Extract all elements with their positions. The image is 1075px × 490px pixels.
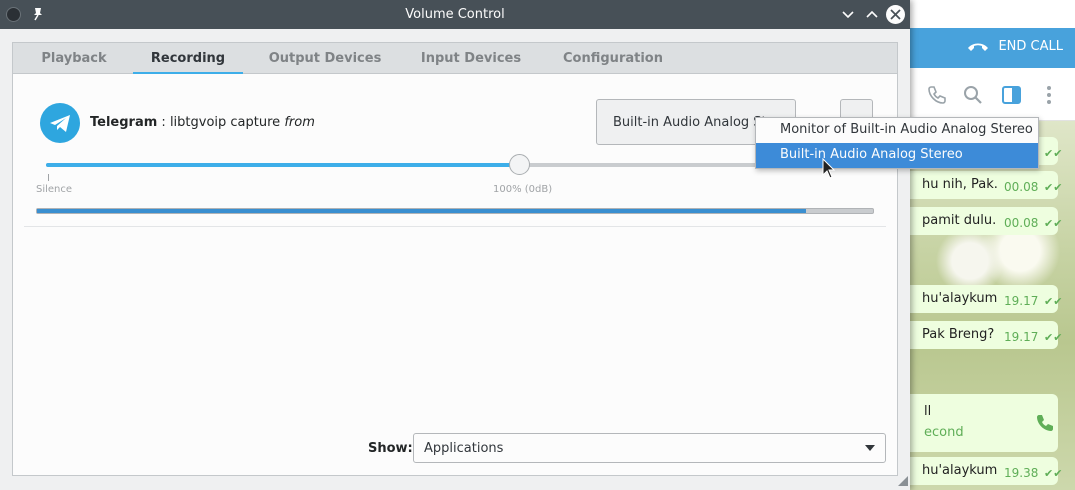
- double-check-icon: ✔✔: [1044, 295, 1063, 308]
- message-bubble: Pak Breng? 19.17 ✔✔: [894, 321, 1062, 349]
- message-time: 00.08: [1004, 180, 1039, 194]
- tab-input-devices[interactable]: Input Devices: [411, 43, 531, 74]
- show-filter-value: Applications: [424, 441, 504, 456]
- call-subtitle: econd: [924, 425, 964, 440]
- tab-playback[interactable]: Playback: [31, 43, 117, 74]
- volume-slider-track[interactable]: [46, 163, 876, 167]
- dropdown-option-monitor[interactable]: Monitor of Built-in Audio Analog Stereo: [756, 118, 1038, 143]
- telegram-app-icon: [40, 103, 80, 143]
- stream-app-name: Telegram: [90, 115, 158, 130]
- show-label: Show:: [368, 441, 413, 456]
- message-text: pamit dulu.: [922, 213, 997, 228]
- dropdown-option-label: Built-in Audio Analog Stereo: [780, 147, 963, 162]
- resize-grip-icon[interactable]: [898, 476, 908, 486]
- message-bubble: hu nih, Pak. 00.08 ✔✔: [894, 171, 1062, 199]
- dropdown-option-builtin[interactable]: Built-in Audio Analog Stereo: [756, 143, 1038, 168]
- tab-configuration[interactable]: Configuration: [555, 43, 671, 74]
- close-button[interactable]: [886, 5, 905, 24]
- volume-slider-fill: [46, 163, 520, 167]
- message-text: hu nih, Pak.: [922, 177, 998, 192]
- sidebar-toggle-icon[interactable]: [1001, 84, 1023, 106]
- search-icon[interactable]: [962, 84, 984, 106]
- message-text: Pak Breng?: [922, 327, 995, 342]
- message-text: hu'alaykum: [922, 463, 998, 478]
- call-bubble[interactable]: ll econd: [894, 394, 1058, 452]
- stream-description: libtgvoip capture: [169, 115, 281, 130]
- maximize-icon[interactable]: [864, 6, 880, 22]
- double-check-icon: ✔✔: [1044, 147, 1063, 160]
- tab-output-devices[interactable]: Output Devices: [263, 43, 387, 74]
- dropdown-option-label: Monitor of Built-in Audio Analog Stereo: [780, 122, 1033, 137]
- window-title: Volume Control: [405, 7, 505, 22]
- message-text: hu'alaykum: [922, 291, 998, 306]
- peak-level-fill: [37, 209, 807, 213]
- message-time: 19.38: [1004, 466, 1039, 480]
- message-time: 19.17: [1004, 330, 1039, 344]
- chevron-down-icon: [865, 445, 875, 451]
- show-filter-select[interactable]: Applications: [413, 433, 886, 463]
- silence-tick: [48, 174, 49, 181]
- message-time: 00.08: [1004, 216, 1039, 230]
- double-check-icon: ✔✔: [1044, 181, 1063, 194]
- device-dropdown-menu: Monitor of Built-in Audio Analog Stereo …: [755, 117, 1039, 169]
- end-call-label: END CALL: [998, 39, 1063, 54]
- hundred-percent-label: 100% (0dB): [493, 184, 553, 195]
- phone-icon[interactable]: [926, 84, 948, 106]
- double-check-icon: ✔✔: [1044, 467, 1063, 480]
- peak-level-meter: [36, 208, 874, 214]
- call-phone-icon[interactable]: [1034, 412, 1056, 434]
- silence-label: Silence: [36, 184, 73, 195]
- hangup-phone-icon: [968, 43, 989, 51]
- stream-separator-line: [24, 226, 886, 227]
- minimize-icon[interactable]: [840, 6, 856, 22]
- end-call-button[interactable]: END CALL: [966, 39, 1063, 54]
- message-time: 19.17: [1004, 294, 1039, 308]
- tab-bar: Playback Recording Output Devices Input …: [12, 42, 898, 75]
- close-icon: [890, 9, 901, 20]
- double-check-icon: ✔✔: [1044, 331, 1063, 344]
- title-bar[interactable]: Volume Control: [0, 0, 910, 29]
- message-bubble: hu'alaykum 19.38 ✔✔: [894, 457, 1062, 485]
- call-title: ll: [924, 404, 932, 419]
- stream-from-label: from: [284, 115, 315, 130]
- more-menu-icon[interactable]: [1038, 84, 1060, 106]
- message-bubble: hu'alaykum 19.17 ✔✔: [894, 285, 1062, 313]
- stream-separator: :: [157, 115, 170, 130]
- mouse-cursor-icon: [822, 158, 836, 179]
- tab-recording[interactable]: Recording: [133, 43, 243, 75]
- double-check-icon: ✔✔: [1044, 217, 1063, 230]
- message-bubble: pamit dulu. 00.08 ✔✔: [894, 207, 1062, 235]
- volume-slider-handle[interactable]: [509, 154, 531, 175]
- volume-control-window: Volume Control Playback Recording Output…: [0, 0, 910, 490]
- stream-name: Telegram : libtgvoip capture from: [90, 115, 315, 130]
